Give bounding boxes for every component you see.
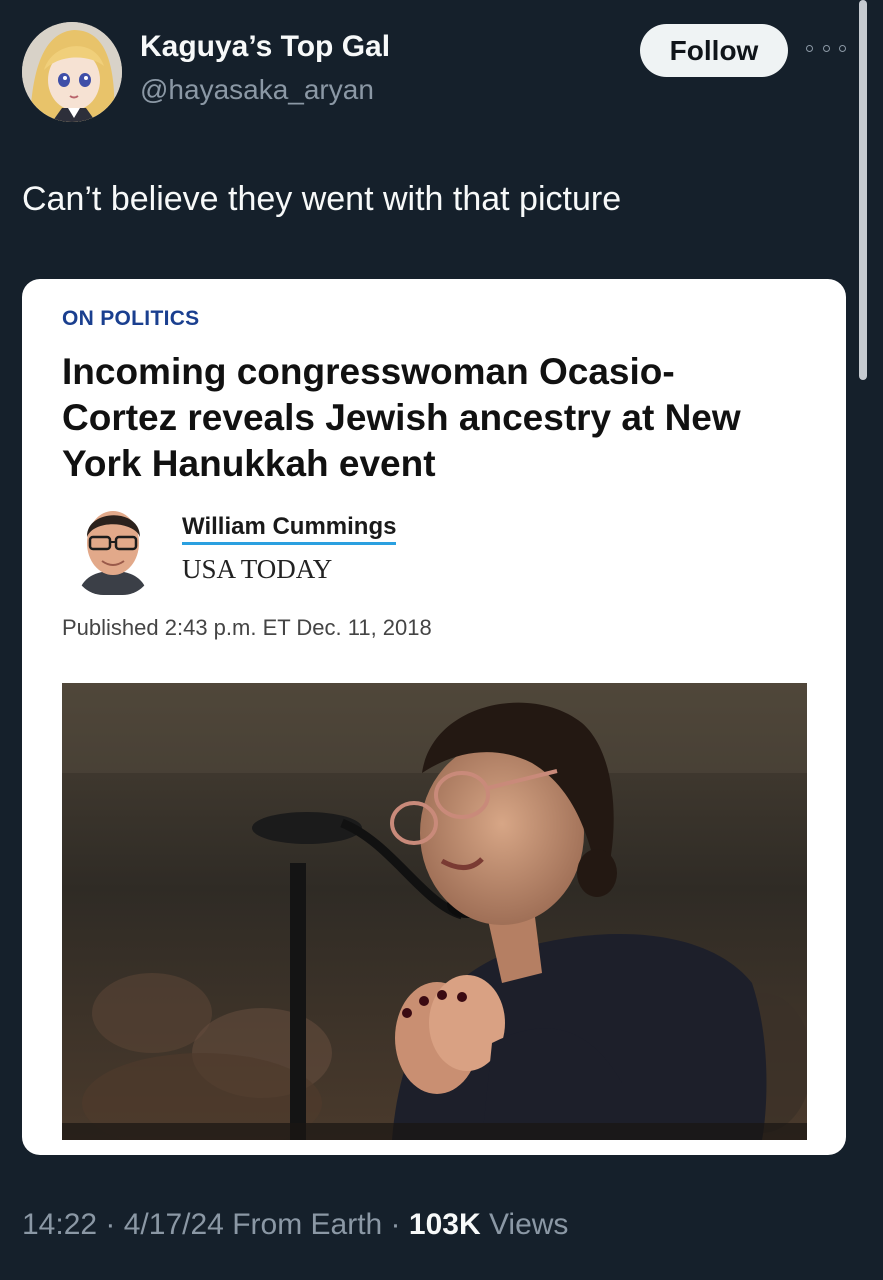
- follow-button[interactable]: Follow: [640, 24, 788, 77]
- author-photo: [74, 497, 152, 595]
- views-count[interactable]: 103K: [409, 1208, 481, 1241]
- tweet-page: Kaguya’s Top Gal @hayasaka_aryan Follow …: [0, 0, 883, 1280]
- avatar-image: [22, 22, 122, 122]
- tweet-date[interactable]: 4/17/24: [124, 1208, 224, 1241]
- meta-separator: ·: [97, 1208, 124, 1241]
- article-card[interactable]: ON POLITICS Incoming congresswoman Ocasi…: [22, 279, 846, 1155]
- tweet-source: From Earth: [232, 1208, 383, 1241]
- avatar[interactable]: [22, 22, 122, 122]
- more-dot: [806, 44, 813, 52]
- user-handle[interactable]: @hayasaka_aryan: [140, 74, 374, 106]
- article-headline: Incoming congresswoman Ocasio-Cortez rev…: [62, 351, 741, 484]
- publication-name: USA TODAY: [182, 554, 333, 584]
- meta-separator: ·: [382, 1208, 409, 1241]
- views-label: Views: [480, 1208, 569, 1241]
- tweet-time[interactable]: 14:22: [22, 1208, 97, 1241]
- tweet-meta: 14:22 · 4/17/24 From Earth · 103K Views: [22, 1208, 568, 1242]
- article-photo-image: [62, 683, 807, 1140]
- article-section-label: ON POLITICS: [62, 307, 200, 330]
- scrollbar[interactable]: [859, 0, 867, 380]
- display-name[interactable]: Kaguya’s Top Gal: [140, 30, 390, 64]
- published-date: Published 2:43 p.m. ET Dec. 11, 2018: [62, 615, 432, 640]
- author-photo-image: [74, 497, 152, 595]
- tweet-text: Can’t believe they went with that pictur…: [22, 180, 622, 218]
- more-dot: [822, 44, 830, 52]
- more-dot: [839, 44, 846, 52]
- article-photo: [62, 683, 807, 1140]
- author-name[interactable]: William Cummings: [182, 513, 397, 545]
- more-horizontal-icon[interactable]: [806, 36, 846, 60]
